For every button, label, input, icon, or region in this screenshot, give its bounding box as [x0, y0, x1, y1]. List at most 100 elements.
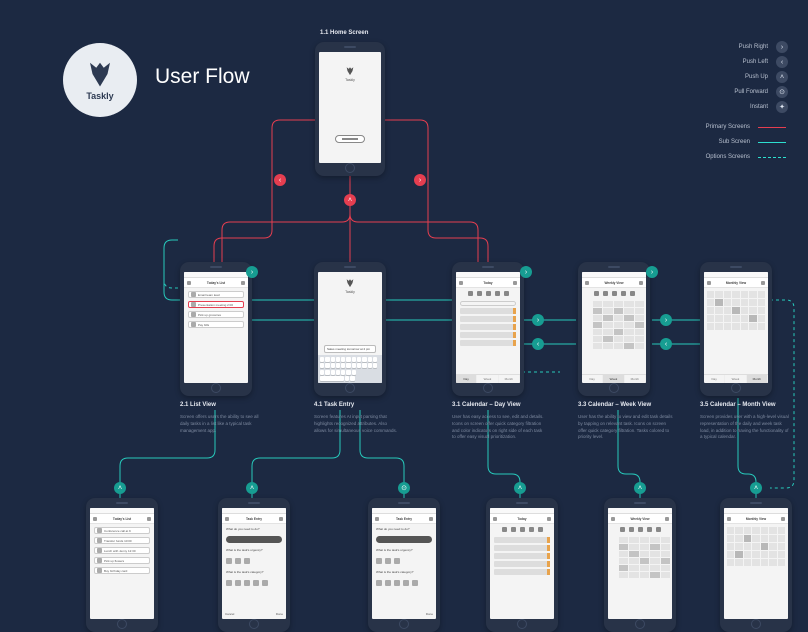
node-teal: ›: [532, 314, 544, 326]
desc-day: User has easy access to see, edit and de…: [452, 414, 547, 441]
phone-entry-sub-a: Task Entry What do you need to do? What …: [218, 498, 290, 632]
caption-entry: 4.1 Task Entry: [314, 402, 354, 408]
brand-name: Taskly: [86, 91, 113, 101]
node-teal: ›: [660, 314, 672, 326]
node-push-up: ˄: [344, 194, 356, 206]
task-row[interactable]: [494, 537, 550, 543]
tab-week[interactable]: Week: [725, 375, 746, 383]
phone-list: Today's List Email team lead Presentatio…: [180, 262, 252, 396]
node-teal: ›: [520, 266, 532, 278]
tab-day[interactable]: Day: [704, 375, 725, 383]
phone-entry: Taskly Sales meeting tomorrow at 2 pm: [314, 262, 386, 396]
task-row[interactable]: Pay bills: [188, 321, 244, 328]
tab-day[interactable]: Day: [582, 375, 603, 383]
legend-label: Pull Forward: [734, 89, 768, 95]
instant-icon: ✦: [776, 101, 788, 113]
tab-day[interactable]: Day: [456, 375, 477, 383]
tab-week[interactable]: Week: [477, 375, 498, 383]
month-grid[interactable]: [704, 288, 768, 333]
legend: Push Right› Push Left‹ Push Up˄ Pull For…: [706, 38, 788, 166]
phone-day-sub: Today: [486, 498, 558, 632]
month-grid[interactable]: [724, 524, 788, 569]
push-up-icon: ˄: [776, 71, 788, 83]
task-row[interactable]: Pick up flowers: [94, 557, 150, 564]
entry-input[interactable]: Sales meeting tomorrow at 2 pm: [324, 345, 376, 353]
task-row[interactable]: [460, 316, 516, 322]
caption-month: 3.5 Calendar – Month View: [700, 402, 776, 408]
urgency-options[interactable]: [372, 555, 436, 567]
task-row[interactable]: Buy birthday card: [94, 567, 150, 574]
phone-entry-sub-b: Task Entry What do you need to do? What …: [368, 498, 440, 632]
legend-label: Push Right: [739, 44, 768, 50]
week-grid[interactable]: [582, 299, 646, 351]
category-options[interactable]: [222, 577, 286, 589]
keyboard[interactable]: [318, 355, 382, 383]
legend-line-sub: [758, 142, 786, 143]
caption-list: 2.1 List View: [180, 402, 216, 408]
task-row[interactable]: [494, 545, 550, 551]
entry-text[interactable]: [226, 536, 282, 543]
phone-month: Monthly View Day Week Month: [700, 262, 772, 396]
task-row[interactable]: [460, 332, 516, 338]
node-teal: ›: [646, 266, 658, 278]
legend-label: Primary Screens: [706, 124, 750, 130]
node-teal: ˄: [750, 482, 762, 494]
desc-entry: Screen features AI input parsing that hi…: [314, 414, 399, 434]
home-menu-button[interactable]: [335, 135, 365, 143]
legend-line-primary: [758, 127, 786, 128]
desc-week: User has the ability to view and edit ta…: [578, 414, 673, 441]
search-input[interactable]: [460, 301, 516, 306]
caption-day: 3.1 Calendar – Day View: [452, 402, 521, 408]
tab-week[interactable]: Week: [603, 375, 624, 383]
task-row[interactable]: [460, 324, 516, 330]
task-row[interactable]: Email team lead: [188, 291, 244, 298]
node-teal: ˄: [514, 482, 526, 494]
tab-month[interactable]: Month: [499, 375, 520, 383]
entry-text[interactable]: [376, 536, 432, 543]
task-row[interactable]: Pick up groceries: [188, 311, 244, 318]
done-button[interactable]: Done: [426, 612, 433, 616]
page-title: User Flow: [155, 65, 250, 89]
task-row[interactable]: Conference call at 9: [94, 527, 150, 534]
node-teal: ‹: [532, 338, 544, 350]
desc-list: Screen offers users the ability to see a…: [180, 414, 265, 434]
task-row[interactable]: [494, 569, 550, 575]
caption-week: 3.3 Calendar – Week View: [578, 402, 651, 408]
tab-month[interactable]: Month: [625, 375, 646, 383]
phone-week-sub: Weekly View: [604, 498, 676, 632]
legend-label: Instant: [750, 104, 768, 110]
week-grid[interactable]: [608, 535, 672, 580]
node-teal: ˄: [114, 482, 126, 494]
task-row[interactable]: Transfer funds 10:00: [94, 537, 150, 544]
urgency-options[interactable]: [222, 555, 286, 567]
node-push-right: ›: [414, 174, 426, 186]
node-teal: ‹: [660, 338, 672, 350]
node-teal: ˄: [634, 482, 646, 494]
legend-label: Sub Screen: [719, 139, 750, 145]
task-row[interactable]: Lunch with Jenny 12:30: [94, 547, 150, 554]
push-left-icon: ‹: [776, 56, 788, 68]
phone-home: Taskly: [315, 42, 385, 176]
tab-month[interactable]: Month: [747, 375, 768, 383]
task-row[interactable]: [460, 340, 516, 346]
task-row[interactable]: Presentation meeting 2:00: [188, 301, 244, 308]
phone-list-sub: Today's List Conference call at 9 Transf…: [86, 498, 158, 632]
category-options[interactable]: [372, 577, 436, 589]
wolf-icon: [85, 59, 115, 89]
caption-home: 1.1 Home Screen: [320, 30, 368, 36]
task-row[interactable]: [460, 308, 516, 314]
node-teal: ˄: [246, 482, 258, 494]
phone-week: Weekly View Day Week Month: [578, 262, 650, 396]
wolf-icon: [345, 66, 355, 76]
legend-label: Options Screens: [706, 154, 750, 160]
cancel-button[interactable]: Cancel: [225, 612, 234, 616]
desc-month: Screen provides user with a high-level v…: [700, 414, 790, 441]
task-row[interactable]: [494, 561, 550, 567]
phone-month-sub: Monthly View: [720, 498, 792, 632]
done-button[interactable]: Done: [276, 612, 283, 616]
node-push-left: ‹: [274, 174, 286, 186]
pull-forward-icon: ⊙: [776, 86, 788, 98]
node-teal: ›: [246, 266, 258, 278]
brand-badge: Taskly: [63, 43, 137, 117]
task-row[interactable]: [494, 553, 550, 559]
